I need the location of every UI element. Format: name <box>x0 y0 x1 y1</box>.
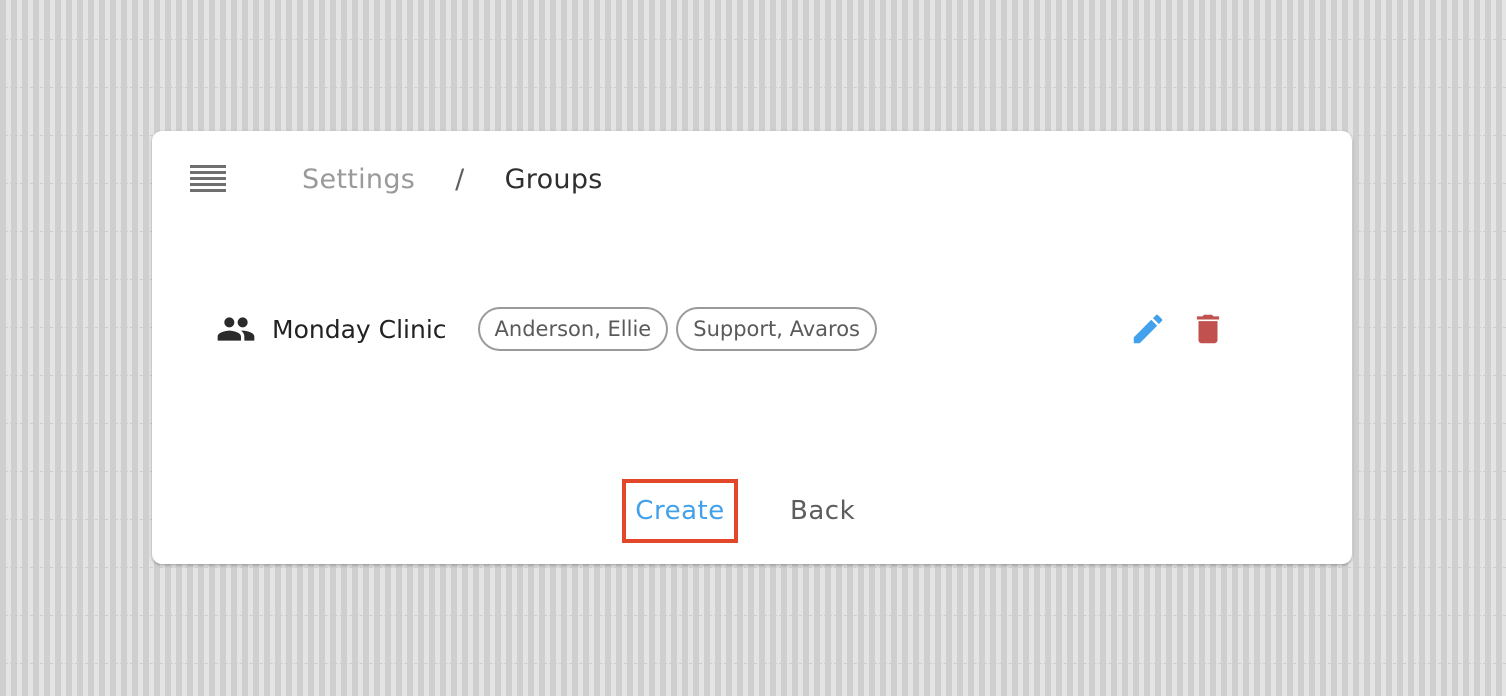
group-name: Monday Clinic <box>272 314 447 344</box>
group-row-actions <box>1124 301 1232 357</box>
breadcrumb-separator: / <box>455 163 465 195</box>
edit-icon <box>1133 314 1163 344</box>
delete-icon <box>1196 314 1220 344</box>
card-footer: Create Back <box>622 479 855 543</box>
create-button[interactable]: Create <box>622 479 738 543</box>
member-chip: Support, Avaros <box>676 307 877 351</box>
back-button[interactable]: Back <box>790 479 855 543</box>
background-dash-line <box>0 567 1506 568</box>
background-dash-line <box>0 663 1506 664</box>
group-icon <box>216 309 256 349</box>
edit-group-button[interactable] <box>1124 305 1172 353</box>
group-row: Monday Clinic Anderson, Ellie Support, A… <box>212 301 1292 357</box>
breadcrumb-settings-link[interactable]: Settings <box>302 164 415 195</box>
breadcrumb: Settings / Groups <box>302 159 603 199</box>
breadcrumb-current-page: Groups <box>504 163 603 195</box>
menu-icon <box>190 165 226 192</box>
background-dash-line <box>0 39 1506 40</box>
menu-button[interactable] <box>182 157 226 201</box>
group-members: Anderson, Ellie Support, Avaros <box>477 307 885 351</box>
background-dash-line <box>0 87 1506 88</box>
background-dash-line <box>0 615 1506 616</box>
delete-group-button[interactable] <box>1184 305 1232 353</box>
groups-card: Settings / Groups Monday Clinic Anderson… <box>152 131 1352 564</box>
member-chip: Anderson, Ellie <box>477 307 669 351</box>
